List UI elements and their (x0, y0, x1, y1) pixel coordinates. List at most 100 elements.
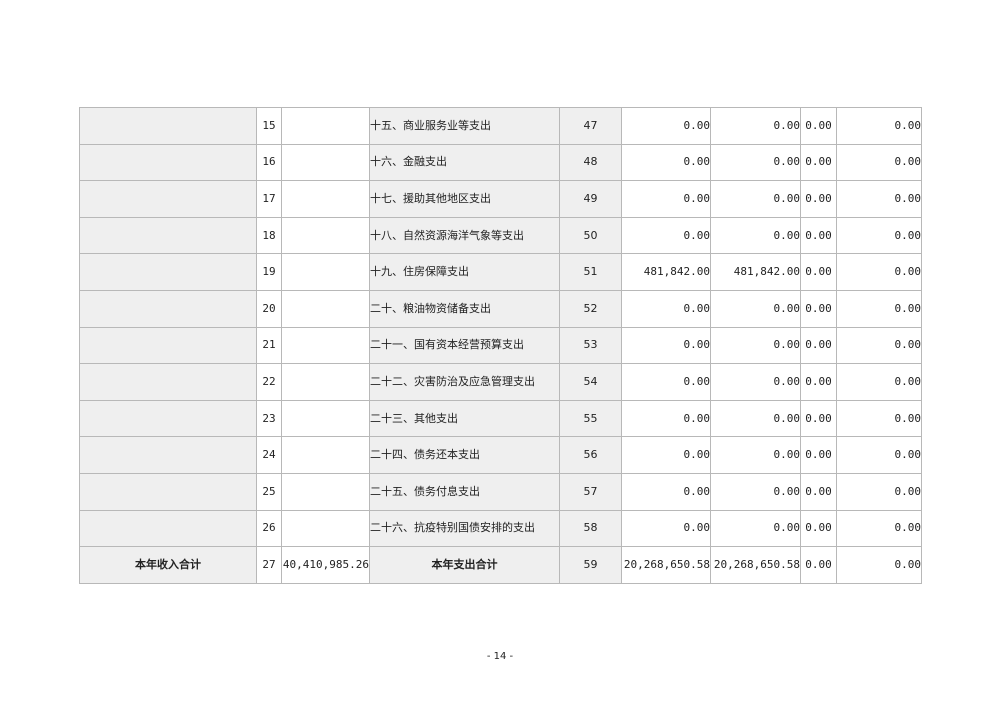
expense-item-label: 二十六、抗疫特别国债安排的支出 (369, 509, 560, 548)
income-item-cell (79, 253, 257, 291)
table-row: 19 十九、住房保障支出 51 481,842.00 481,842.00 0.00 0.0… (79, 253, 922, 291)
income-amount-cell (281, 509, 370, 548)
row-line-number: 47 (559, 107, 622, 145)
row-line-number: 54 (559, 363, 622, 401)
row-col-3: 0.00 (800, 363, 837, 401)
income-item-cell (79, 509, 257, 548)
row-col-1: 0.00 (621, 472, 711, 511)
row-col-1: 0.00 (621, 143, 711, 182)
row-line-number: 52 (559, 289, 622, 328)
row-col-1: 481,842.00 (621, 253, 711, 291)
row-col-3: 0.00 (800, 436, 837, 474)
row-col-3: 0.00 (800, 107, 837, 145)
row-line-number: 55 (559, 399, 622, 438)
row-col-1: 0.00 (621, 216, 711, 255)
row-col-2: 0.00 (710, 107, 801, 145)
table-row: 21 二十一、国有资本经营预算支出 53 0.00 0.00 0.00 0.00 (79, 326, 922, 365)
row-col-4: 0.00 (836, 180, 922, 218)
income-item-cell (79, 326, 257, 365)
row-seq: 23 (256, 399, 282, 438)
total-row: 本年收入合计 27 40,410,985.26 本年支出合计 59 20,268… (79, 546, 922, 584)
income-amount-cell (281, 399, 370, 438)
row-seq: 19 (256, 253, 282, 291)
row-col-3: 0.00 (800, 180, 837, 218)
row-col-4: 0.00 (836, 289, 922, 328)
row-line-number: 48 (559, 143, 622, 182)
total-col-1: 20,268,650.58 (621, 546, 711, 584)
row-line-number: 51 (559, 253, 622, 291)
expense-total-label: 本年支出合计 (369, 546, 560, 584)
row-col-1: 0.00 (621, 436, 711, 474)
income-item-cell (79, 107, 257, 145)
total-row-group: 本年收入合计 27 40,410,985.26 本年支出合计 59 20,268… (79, 546, 922, 584)
table-row: 15 十五、商业服务业等支出 47 0.00 0.00 0.00 0.00 (79, 107, 922, 145)
row-col-2: 0.00 (710, 143, 801, 182)
table-row: 23 二十三、其他支出 55 0.00 0.00 0.00 0.00 (79, 399, 922, 438)
table-row: 25 二十五、债务付息支出 57 0.00 0.00 0.00 0.00 (79, 472, 922, 511)
row-col-4: 0.00 (836, 253, 922, 291)
row-col-4: 0.00 (836, 509, 922, 548)
table-row: 18 十八、自然资源海洋气象等支出 50 0.00 0.00 0.00 0.00 (79, 216, 922, 255)
income-total-amount: 40,410,985.26 (281, 546, 370, 584)
budget-table: 15 十五、商业服务业等支出 47 0.00 0.00 0.00 0.00 16 十六、金融支出… (79, 107, 922, 584)
income-item-cell (79, 289, 257, 328)
row-seq: 16 (256, 143, 282, 182)
expense-item-label: 十八、自然资源海洋气象等支出 (369, 216, 560, 255)
income-amount-cell (281, 436, 370, 474)
total-line-number: 59 (559, 546, 622, 584)
income-item-cell (79, 399, 257, 438)
table-row: 20 二十、粮油物资储备支出 52 0.00 0.00 0.00 0.00 (79, 289, 922, 328)
expense-item-label: 十七、援助其他地区支出 (369, 180, 560, 218)
income-amount-cell (281, 107, 370, 145)
row-col-2: 0.00 (710, 289, 801, 328)
row-col-3: 0.00 (800, 216, 837, 255)
total-seq: 27 (256, 546, 282, 584)
income-item-cell (79, 216, 257, 255)
row-col-4: 0.00 (836, 436, 922, 474)
row-col-3: 0.00 (800, 472, 837, 511)
row-col-3: 0.00 (800, 509, 837, 548)
row-col-4: 0.00 (836, 216, 922, 255)
income-amount-cell (281, 472, 370, 511)
row-col-4: 0.00 (836, 143, 922, 182)
row-line-number: 56 (559, 436, 622, 474)
income-total-label: 本年收入合计 (79, 546, 257, 584)
income-amount-cell (281, 253, 370, 291)
row-seq: 17 (256, 180, 282, 218)
row-col-2: 0.00 (710, 399, 801, 438)
income-item-cell (79, 472, 257, 511)
row-line-number: 50 (559, 216, 622, 255)
row-col-2: 0.00 (710, 216, 801, 255)
row-col-1: 0.00 (621, 289, 711, 328)
row-col-4: 0.00 (836, 363, 922, 401)
income-amount-cell (281, 143, 370, 182)
row-col-3: 0.00 (800, 399, 837, 438)
row-seq: 25 (256, 472, 282, 511)
expense-item-label: 二十一、国有资本经营预算支出 (369, 326, 560, 365)
row-col-1: 0.00 (621, 363, 711, 401)
row-col-2: 0.00 (710, 326, 801, 365)
row-col-2: 0.00 (710, 180, 801, 218)
row-col-4: 0.00 (836, 399, 922, 438)
row-col-4: 0.00 (836, 472, 922, 511)
income-item-cell (79, 363, 257, 401)
income-item-cell (79, 436, 257, 474)
row-col-2: 0.00 (710, 472, 801, 511)
table-row: 24 二十四、债务还本支出 56 0.00 0.00 0.00 0.00 (79, 436, 922, 474)
income-amount-cell (281, 326, 370, 365)
income-amount-cell (281, 363, 370, 401)
total-col-4: 0.00 (836, 546, 922, 584)
table-row: 26 二十六、抗疫特别国债安排的支出 58 0.00 0.00 0.00 0.00 (79, 509, 922, 548)
expense-item-label: 十六、金融支出 (369, 143, 560, 182)
row-col-2: 481,842.00 (710, 253, 801, 291)
expense-item-label: 二十三、其他支出 (369, 399, 560, 438)
income-amount-cell (281, 216, 370, 255)
row-line-number: 57 (559, 472, 622, 511)
row-seq: 24 (256, 436, 282, 474)
row-seq: 20 (256, 289, 282, 328)
row-col-1: 0.00 (621, 107, 711, 145)
expense-item-label: 十五、商业服务业等支出 (369, 107, 560, 145)
row-col-4: 0.00 (836, 326, 922, 365)
table-row: 17 十七、援助其他地区支出 49 0.00 0.00 0.00 0.00 (79, 180, 922, 218)
expense-item-label: 二十五、债务付息支出 (369, 472, 560, 511)
